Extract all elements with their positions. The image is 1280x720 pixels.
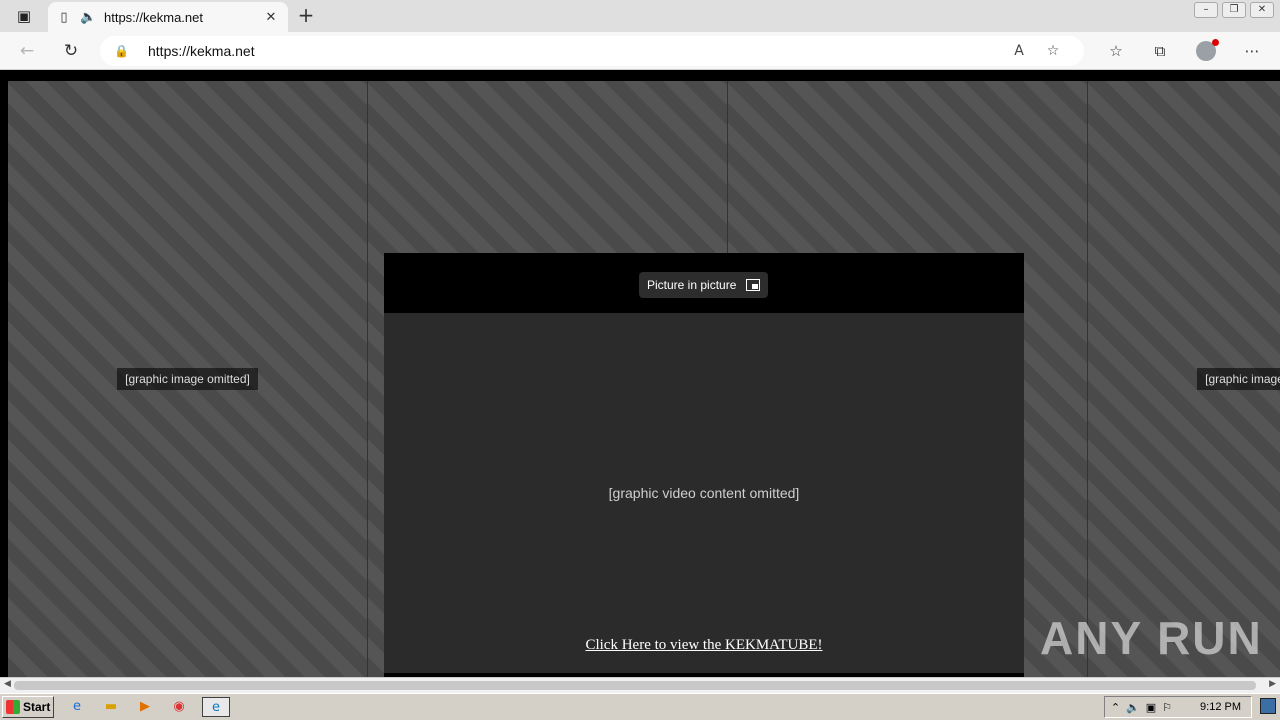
show-desktop-button[interactable]	[1260, 698, 1276, 714]
restore-button[interactable]: ❐	[1222, 2, 1246, 18]
start-label: Start	[23, 700, 51, 714]
address-bar[interactable]: 🔒 https://kekma.net A ☆	[100, 36, 1084, 66]
close-icon[interactable]: ✕	[262, 10, 280, 25]
network-icon[interactable]: ▣	[1146, 701, 1156, 714]
window-controls: – ❐ ✕	[1194, 0, 1274, 18]
scroll-left-icon[interactable]: ◀	[4, 679, 11, 689]
tab-bar: ▣ ▯ 🔈 https://kekma.net ✕ + – ❐ ✕	[0, 0, 1280, 32]
video-player[interactable]: Picture in picture [graphic video conten…	[384, 253, 1024, 677]
read-aloud-icon[interactable]: A	[1002, 43, 1036, 59]
tab-actions-icon[interactable]: ▣	[10, 6, 38, 26]
speaker-icon[interactable]: 🔈	[80, 10, 96, 25]
tab-title: https://kekma.net	[104, 9, 203, 25]
background-tile: [graphic image omitted]	[8, 81, 368, 677]
favorites-icon[interactable]: ☆	[1102, 39, 1130, 63]
tray-expand-icon[interactable]: ⌃	[1111, 701, 1120, 714]
media-player-icon[interactable]: ▶	[134, 697, 156, 717]
kekmatube-link[interactable]: Click Here to view the KEKMATUBE!	[384, 637, 1024, 654]
profile-avatar[interactable]	[1196, 39, 1219, 61]
more-icon[interactable]: ⋯	[1238, 39, 1266, 63]
star-plus-icon[interactable]: ☆	[1036, 43, 1070, 59]
clock[interactable]: 9:12 PM	[1200, 701, 1241, 713]
folder-icon[interactable]: ▬	[100, 697, 122, 717]
pip-icon	[746, 279, 761, 291]
chrome-icon[interactable]: ◉	[168, 697, 190, 717]
plus-icon[interactable]: +	[294, 4, 318, 28]
volume-icon[interactable]: 🔈	[1126, 701, 1140, 714]
active-tab[interactable]: ▯ 🔈 https://kekma.net ✕	[48, 2, 288, 32]
system-tray: ⌃ 🔈 ▣ ⚐ 9:12 PM	[1103, 696, 1252, 718]
page-viewport: [graphic image omitted] [graphic image o…	[0, 71, 1280, 677]
page-icon: ▯	[60, 9, 68, 25]
windows-flag-icon	[6, 700, 20, 714]
minimize-button[interactable]: –	[1194, 2, 1218, 18]
start-button[interactable]: Start	[2, 696, 54, 718]
collections-icon[interactable]: ⧉	[1146, 39, 1174, 63]
background-tile: [graphic image omitted]	[1088, 81, 1280, 677]
pip-label: Picture in picture	[647, 278, 737, 292]
lock-icon[interactable]: 🔒	[114, 44, 134, 58]
horizontal-scrollbar[interactable]: ◀ ▶	[0, 677, 1280, 693]
address-toolbar: ← ↻ 🔒 https://kekma.net A ☆ ☆ ⧉ ⋯	[0, 32, 1280, 70]
back-arrow-icon[interactable]: ←	[14, 39, 40, 63]
url-text[interactable]: https://kekma.net	[148, 43, 1002, 59]
video-content-placeholder: [graphic video content omitted]	[384, 313, 1024, 673]
flag-icon[interactable]: ⚐	[1162, 701, 1172, 714]
taskbar: Start e ▬ ▶ ◉ e ⌃ 🔈 ▣ ⚐ 9:12 PM	[0, 693, 1280, 720]
scrollbar-thumb[interactable]	[14, 681, 1256, 690]
refresh-icon[interactable]: ↻	[58, 39, 84, 63]
anyrun-watermark: ANY RUN	[1040, 612, 1263, 664]
close-window-button[interactable]: ✕	[1250, 2, 1274, 18]
scroll-right-icon[interactable]: ▶	[1269, 679, 1276, 689]
edge-icon[interactable]: e	[202, 697, 230, 717]
ie-icon[interactable]: e	[66, 697, 88, 717]
picture-in-picture-button[interactable]: Picture in picture	[639, 272, 769, 298]
